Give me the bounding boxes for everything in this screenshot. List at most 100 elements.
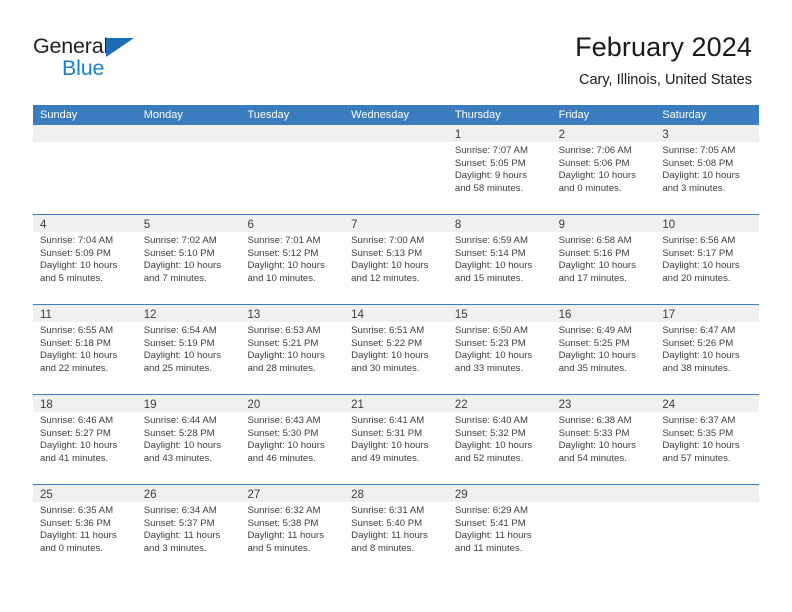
day-cell[interactable] bbox=[551, 485, 656, 573]
daylight-text-line1: Daylight: 10 hours bbox=[247, 350, 325, 362]
day-cell[interactable]: 5 Sunrise: 7:02 AM Sunset: 5:10 PM Dayli… bbox=[136, 215, 241, 304]
day-details: Sunrise: 6:41 AM Sunset: 5:31 PM Dayligh… bbox=[344, 412, 448, 465]
day-details: Sunrise: 6:58 AM Sunset: 5:16 PM Dayligh… bbox=[552, 232, 656, 285]
day-number: 5 bbox=[143, 219, 151, 231]
general-blue-logo[interactable]: General Blue bbox=[33, 34, 163, 84]
daylight-text-line1: Daylight: 10 hours bbox=[558, 260, 636, 272]
sunset-text: Sunset: 5:14 PM bbox=[454, 247, 526, 259]
daylight-text-line2: and 10 minutes. bbox=[247, 272, 316, 284]
day-cell[interactable]: 15 Sunrise: 6:50 AM Sunset: 5:23 PM Dayl… bbox=[447, 305, 552, 394]
sunset-text: Sunset: 5:40 PM bbox=[351, 517, 423, 529]
day-cell[interactable]: 6 Sunrise: 7:01 AM Sunset: 5:12 PM Dayli… bbox=[240, 215, 345, 304]
day-cell[interactable]: 27 Sunrise: 6:32 AM Sunset: 5:38 PM Dayl… bbox=[240, 485, 345, 573]
day-number: 6 bbox=[247, 219, 254, 231]
daylight-text-line2: and 30 minutes. bbox=[351, 362, 420, 374]
day-cell[interactable]: 29 Sunrise: 6:29 AM Sunset: 5:41 PM Dayl… bbox=[447, 485, 552, 573]
day-number: 18 bbox=[40, 399, 53, 411]
day-cell[interactable]: 16 Sunrise: 6:49 AM Sunset: 5:25 PM Dayl… bbox=[551, 305, 656, 394]
daylight-text-line1: Daylight: 10 hours bbox=[351, 350, 429, 362]
daylight-text-line2: and 58 minutes. bbox=[454, 182, 524, 194]
day-cell[interactable]: 10 Sunrise: 6:56 AM Sunset: 5:17 PM Dayl… bbox=[655, 215, 760, 304]
daylight-text-line1: Daylight: 10 hours bbox=[143, 260, 222, 272]
day-cell[interactable] bbox=[33, 125, 137, 214]
day-cell[interactable]: 26 Sunrise: 6:34 AM Sunset: 5:37 PM Dayl… bbox=[136, 485, 241, 573]
daylight-text-line1: Daylight: 10 hours bbox=[662, 260, 740, 272]
day-cell[interactable]: 3 Sunrise: 7:05 AM Sunset: 5:08 PM Dayli… bbox=[655, 125, 760, 214]
day-cell[interactable]: 18 Sunrise: 6:46 AM Sunset: 5:27 PM Dayl… bbox=[33, 395, 137, 484]
day-number-band: 17 bbox=[655, 305, 760, 322]
day-number-band: 7 bbox=[344, 215, 448, 232]
day-number-band: 12 bbox=[136, 305, 241, 322]
day-details: Sunrise: 6:34 AM Sunset: 5:37 PM Dayligh… bbox=[137, 502, 241, 555]
weekday-header-friday: Friday bbox=[558, 109, 590, 121]
day-details: Sunrise: 6:46 AM Sunset: 5:27 PM Dayligh… bbox=[33, 412, 137, 465]
day-details: Sunrise: 6:40 AM Sunset: 5:32 PM Dayligh… bbox=[448, 412, 552, 465]
day-number-band: 9 bbox=[551, 215, 656, 232]
day-cell[interactable]: 1 Sunrise: 7:07 AM Sunset: 5:05 PM Dayli… bbox=[447, 125, 552, 214]
sunset-text: Sunset: 5:13 PM bbox=[351, 247, 423, 259]
page-title: February 2024 bbox=[575, 32, 752, 62]
sunrise-text: Sunrise: 6:29 AM bbox=[454, 505, 528, 516]
day-cell[interactable]: 20 Sunrise: 6:43 AM Sunset: 5:30 PM Dayl… bbox=[240, 395, 345, 484]
day-cell[interactable] bbox=[240, 125, 345, 214]
day-cell[interactable]: 28 Sunrise: 6:31 AM Sunset: 5:40 PM Dayl… bbox=[344, 485, 448, 573]
daylight-text-line1: Daylight: 10 hours bbox=[143, 350, 222, 362]
daylight-text-line2: and 41 minutes. bbox=[40, 452, 109, 464]
day-cell[interactable] bbox=[136, 125, 241, 214]
day-cell[interactable]: 13 Sunrise: 6:53 AM Sunset: 5:21 PM Dayl… bbox=[240, 305, 345, 394]
sunrise-text: Sunrise: 6:37 AM bbox=[662, 415, 736, 426]
day-cell[interactable]: 25 Sunrise: 6:35 AM Sunset: 5:36 PM Dayl… bbox=[33, 485, 137, 573]
sunset-text: Sunset: 5:33 PM bbox=[558, 427, 630, 439]
day-cell[interactable]: 23 Sunrise: 6:38 AM Sunset: 5:33 PM Dayl… bbox=[551, 395, 656, 484]
daylight-text-line2: and 17 minutes. bbox=[558, 272, 627, 284]
day-number-band: 2 bbox=[551, 125, 656, 142]
daylight-text-line1: Daylight: 11 hours bbox=[247, 530, 325, 542]
day-number-band: 20 bbox=[240, 395, 345, 412]
sunrise-text: Sunrise: 7:05 AM bbox=[662, 145, 736, 156]
sunset-text: Sunset: 5:38 PM bbox=[247, 517, 319, 529]
day-number: 20 bbox=[247, 399, 261, 411]
day-details: Sunrise: 6:43 AM Sunset: 5:30 PM Dayligh… bbox=[240, 412, 344, 465]
day-cell[interactable]: 14 Sunrise: 6:51 AM Sunset: 5:22 PM Dayl… bbox=[344, 305, 448, 394]
day-number-band: 26 bbox=[136, 485, 241, 502]
day-number-band: 1 bbox=[447, 125, 552, 142]
weekday-header-wednesday: Wednesday bbox=[351, 109, 410, 121]
day-cell[interactable]: 4 Sunrise: 7:04 AM Sunset: 5:09 PM Dayli… bbox=[33, 215, 137, 304]
sunset-text: Sunset: 5:25 PM bbox=[558, 337, 630, 349]
sunset-text: Sunset: 5:06 PM bbox=[558, 157, 630, 169]
sunrise-text: Sunrise: 6:40 AM bbox=[454, 415, 528, 426]
day-number-band: 11 bbox=[33, 305, 137, 322]
day-number: 8 bbox=[454, 219, 462, 231]
day-number-band bbox=[344, 125, 448, 142]
day-cell[interactable] bbox=[655, 485, 760, 573]
day-cell[interactable]: 21 Sunrise: 6:41 AM Sunset: 5:31 PM Dayl… bbox=[344, 395, 448, 484]
day-cell[interactable]: 17 Sunrise: 6:47 AM Sunset: 5:26 PM Dayl… bbox=[655, 305, 760, 394]
day-cell[interactable]: 2 Sunrise: 7:06 AM Sunset: 5:06 PM Dayli… bbox=[551, 125, 656, 214]
day-cell[interactable]: 7 Sunrise: 7:00 AM Sunset: 5:13 PM Dayli… bbox=[344, 215, 448, 304]
sunrise-text: Sunrise: 7:00 AM bbox=[351, 235, 425, 246]
day-details: Sunrise: 6:44 AM Sunset: 5:28 PM Dayligh… bbox=[137, 412, 241, 465]
day-number-band: 16 bbox=[551, 305, 656, 322]
day-cell[interactable]: 22 Sunrise: 6:40 AM Sunset: 5:32 PM Dayl… bbox=[447, 395, 552, 484]
day-cell[interactable]: 9 Sunrise: 6:58 AM Sunset: 5:16 PM Dayli… bbox=[551, 215, 656, 304]
day-cell[interactable]: 11 Sunrise: 6:55 AM Sunset: 5:18 PM Dayl… bbox=[33, 305, 137, 394]
sunrise-text: Sunrise: 6:54 AM bbox=[143, 325, 217, 336]
day-details bbox=[137, 142, 241, 145]
day-cell[interactable] bbox=[344, 125, 448, 214]
daylight-text-line1: Daylight: 10 hours bbox=[558, 170, 636, 182]
daylight-text-line2: and 38 minutes. bbox=[662, 362, 731, 374]
day-number-band: 8 bbox=[447, 215, 552, 232]
daylight-text-line2: and 35 minutes. bbox=[558, 362, 627, 374]
day-cell[interactable]: 19 Sunrise: 6:44 AM Sunset: 5:28 PM Dayl… bbox=[136, 395, 241, 484]
daylight-text-line1: Daylight: 10 hours bbox=[454, 260, 533, 272]
day-cell[interactable]: 8 Sunrise: 6:59 AM Sunset: 5:14 PM Dayli… bbox=[447, 215, 552, 304]
sunrise-text: Sunrise: 6:38 AM bbox=[558, 415, 632, 426]
sunrise-text: Sunrise: 7:07 AM bbox=[454, 145, 528, 156]
daylight-text-line1: Daylight: 10 hours bbox=[558, 440, 636, 452]
sunrise-text: Sunrise: 6:56 AM bbox=[662, 235, 736, 246]
sunset-text: Sunset: 5:26 PM bbox=[662, 337, 734, 349]
sunset-text: Sunset: 5:35 PM bbox=[662, 427, 734, 439]
day-details: Sunrise: 7:04 AM Sunset: 5:09 PM Dayligh… bbox=[33, 232, 137, 285]
day-cell[interactable]: 24 Sunrise: 6:37 AM Sunset: 5:35 PM Dayl… bbox=[655, 395, 760, 484]
day-cell[interactable]: 12 Sunrise: 6:54 AM Sunset: 5:19 PM Dayl… bbox=[136, 305, 241, 394]
